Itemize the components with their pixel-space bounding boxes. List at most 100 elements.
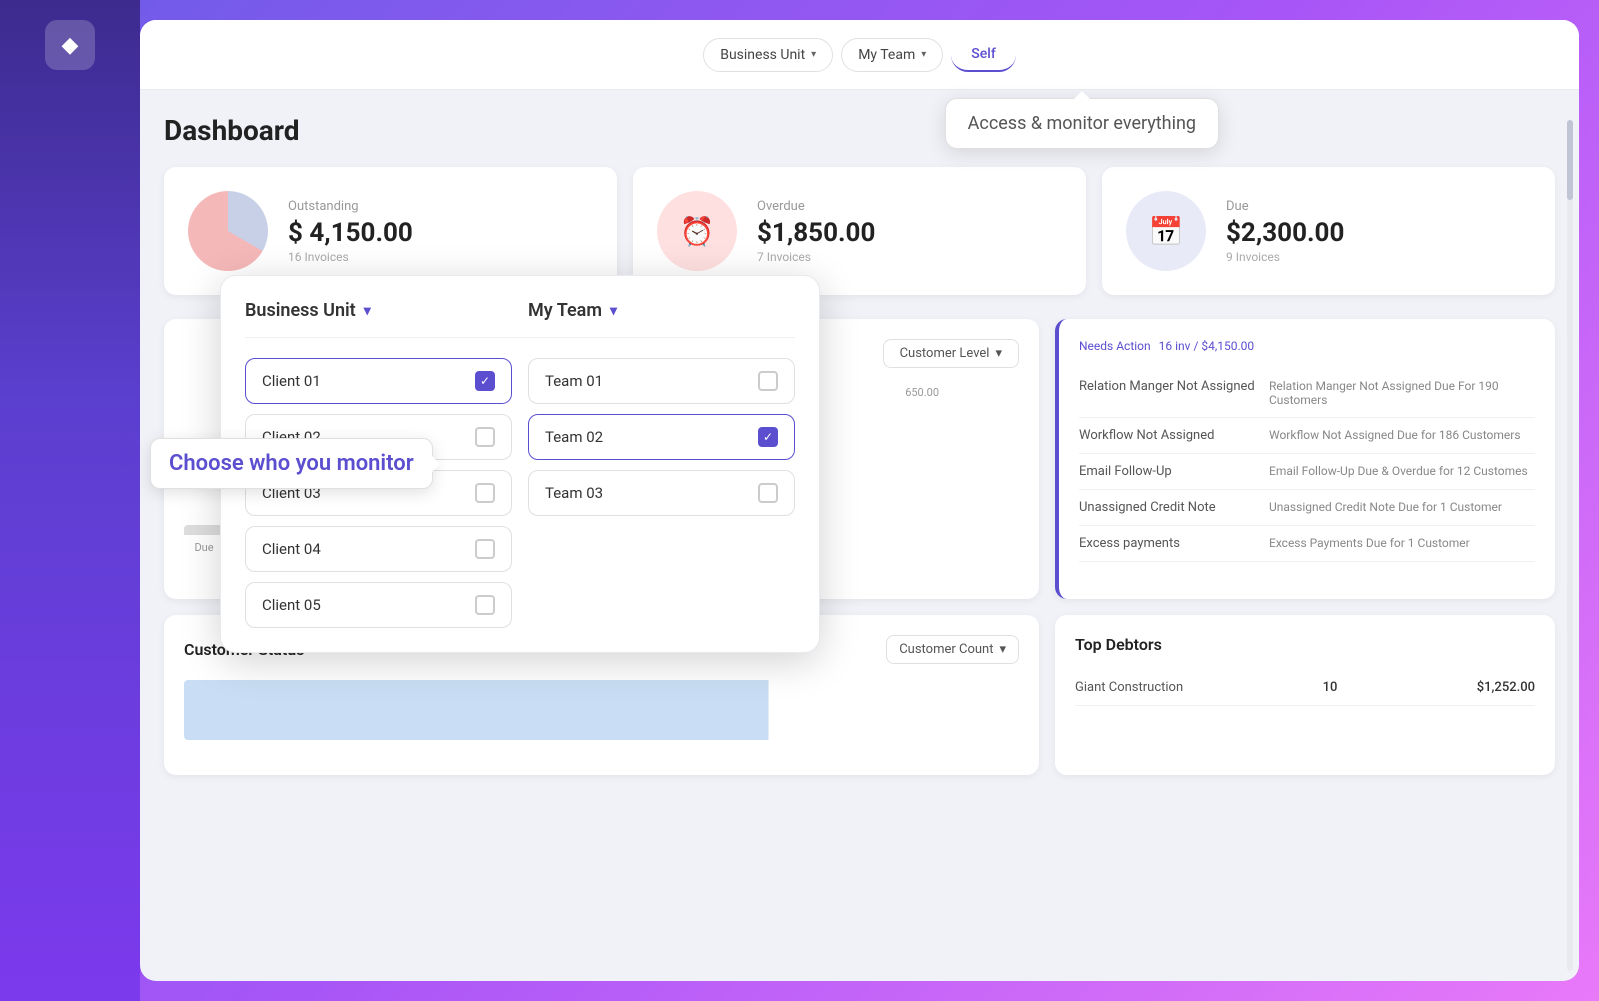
outstanding-pie-chart	[188, 191, 268, 271]
customer-count-dropdown[interactable]: Customer Count ▾	[886, 635, 1019, 664]
overdue-info: Overdue $1,850.00 7 Invoices	[757, 199, 875, 264]
scrollbar-track[interactable]	[1567, 120, 1573, 971]
dropdown-business-unit-header[interactable]: Business Unit ▾	[245, 300, 512, 321]
client-03-checkbox[interactable]	[475, 483, 495, 503]
action-row-2: Email Follow-Up Email Follow-Up Due & Ov…	[1079, 454, 1535, 490]
action-left-2: Email Follow-Up	[1079, 464, 1259, 479]
due-amount: $2,300.00	[1226, 218, 1344, 248]
needs-action-area: Needs Action 16 inv / $4,150.00 Relation…	[1055, 319, 1555, 599]
my-team-chevron-icon: ▾	[921, 49, 926, 60]
action-left-1: Workflow Not Assigned	[1079, 428, 1259, 443]
action-right-2: Email Follow-Up Due & Overdue for 12 Cus…	[1259, 464, 1535, 479]
teams-column: Team 01 Team 02 ✓ Team 03	[528, 358, 795, 628]
scrollbar-thumb	[1567, 120, 1573, 200]
action-right-0: Relation Manger Not Assigned Due For 190…	[1259, 379, 1535, 407]
business-unit-tab[interactable]: Business Unit ▾	[703, 38, 833, 72]
client-04-checkbox[interactable]	[475, 539, 495, 559]
monitor-tooltip-text: Choose who you monitor	[169, 451, 414, 476]
team-03-item[interactable]: Team 03	[528, 470, 795, 516]
main-container: Business Unit ▾ My Team ▾ Self Access & …	[140, 20, 1579, 981]
customer-level-chevron-icon: ▾	[995, 346, 1002, 361]
customer-level-label: Customer Level	[900, 346, 990, 361]
client-04-item[interactable]: Client 04	[245, 526, 512, 572]
team-01-checkbox[interactable]	[758, 371, 778, 391]
my-team-tab[interactable]: My Team ▾	[841, 38, 943, 72]
business-unit-chevron-icon: ▾	[811, 49, 816, 60]
team-02-checkbox[interactable]: ✓	[758, 427, 778, 447]
action-left-0: Relation Manger Not Assigned	[1079, 379, 1259, 407]
customer-count-chevron-icon: ▾	[999, 642, 1006, 657]
due-info: Due $2,300.00 9 Invoices	[1226, 199, 1344, 264]
client-05-checkbox[interactable]	[475, 595, 495, 615]
top-bar-tabs: Business Unit ▾ My Team ▾ Self	[703, 38, 1016, 72]
overdue-invoices: 7 Invoices	[757, 250, 875, 264]
self-tab[interactable]: Self	[951, 38, 1016, 72]
team-02-label: Team 02	[545, 428, 603, 446]
top-bar: Business Unit ▾ My Team ▾ Self	[140, 20, 1579, 90]
access-monitor-text: Access & monitor everything	[968, 113, 1196, 134]
dropdown-header-row: Business Unit ▾ My Team ▾	[245, 300, 795, 338]
dropdown-cols: Client 01 ✓ Client 02 Client 03 Client 0…	[245, 358, 795, 628]
self-label: Self	[971, 46, 996, 62]
action-right-1: Workflow Not Assigned Due for 186 Custom…	[1259, 428, 1535, 443]
due-card: 📅 Due $2,300.00 9 Invoices	[1102, 167, 1555, 295]
dropdown-my-team-header[interactable]: My Team ▾	[528, 300, 795, 321]
client-01-item[interactable]: Client 01 ✓	[245, 358, 512, 404]
dropdown-business-unit-label: Business Unit	[245, 300, 356, 321]
client-04-label: Client 04	[262, 540, 321, 558]
left-sidebar: ◆	[0, 0, 140, 1001]
action-row-4: Excess payments Excess Payments Due for …	[1079, 526, 1535, 562]
overdue-icon: ⏰	[657, 191, 737, 271]
monitor-tooltip: Choose who you monitor	[150, 438, 433, 489]
bar-due: Due	[184, 525, 224, 554]
outstanding-label: Outstanding	[288, 199, 413, 214]
customer-status-bar	[184, 680, 1019, 740]
dropdown-business-unit-chevron-icon: ▾	[364, 303, 371, 319]
team-03-checkbox[interactable]	[758, 483, 778, 503]
overdue-amount: $1,850.00	[757, 218, 875, 248]
team-01-item[interactable]: Team 01	[528, 358, 795, 404]
action-left-3: Unassigned Credit Note	[1079, 500, 1259, 515]
action-row-1: Workflow Not Assigned Workflow Not Assig…	[1079, 418, 1535, 454]
team-01-label: Team 01	[545, 372, 603, 390]
client-05-label: Client 05	[262, 596, 321, 614]
action-row-3: Unassigned Credit Note Unassigned Credit…	[1079, 490, 1535, 526]
team-03-label: Team 03	[545, 484, 603, 502]
dropdown-my-team-label: My Team	[528, 300, 602, 321]
bar-due-label: Due	[194, 541, 213, 554]
top-debtors-title: Top Debtors	[1075, 635, 1162, 654]
client-01-checkbox[interactable]: ✓	[475, 371, 495, 391]
team-02-item[interactable]: Team 02 ✓	[528, 414, 795, 460]
client-01-label: Client 01	[262, 372, 321, 390]
clients-column: Client 01 ✓ Client 02 Client 03 Client 0…	[245, 358, 512, 628]
bar-due-bar	[184, 525, 224, 535]
debtors-count-0: 10	[1323, 680, 1338, 695]
client-05-item[interactable]: Client 05	[245, 582, 512, 628]
access-monitor-tooltip: Access & monitor everything	[945, 98, 1219, 149]
debtors-name-0: Giant Construction	[1075, 680, 1183, 695]
due-icon: 📅	[1126, 191, 1206, 271]
outstanding-amount: $ 4,150.00	[288, 218, 413, 248]
action-right-3: Unassigned Credit Note Due for 1 Custome…	[1259, 500, 1535, 515]
customer-count-label: Customer Count	[899, 642, 993, 657]
due-label: Due	[1226, 199, 1344, 214]
client-02-checkbox[interactable]	[475, 427, 495, 447]
action-right-4: Excess Payments Due for 1 Customer	[1259, 536, 1535, 551]
dashboard-title: Dashboard	[164, 114, 1555, 147]
action-left-4: Excess payments	[1079, 536, 1259, 551]
customer-level-dropdown[interactable]: Customer Level ▾	[883, 339, 1019, 368]
top-debtors-header: Top Debtors	[1075, 635, 1535, 654]
bar-chart-y-label: 650.00	[905, 386, 939, 399]
needs-action-subtitle: 16 inv / $4,150.00	[1159, 339, 1254, 353]
business-unit-label: Business Unit	[720, 47, 805, 63]
top-debtors-card: Top Debtors Giant Construction 10 $1,252…	[1055, 615, 1555, 775]
debtors-row-0: Giant Construction 10 $1,252.00	[1075, 670, 1535, 706]
outstanding-invoices: 16 Invoices	[288, 250, 413, 264]
action-row-0: Relation Manger Not Assigned Relation Ma…	[1079, 369, 1535, 418]
sidebar-logo: ◆	[45, 20, 95, 70]
overdue-label: Overdue	[757, 199, 875, 214]
my-team-label: My Team	[858, 47, 915, 63]
dropdown-my-team-chevron-icon: ▾	[610, 303, 617, 319]
outstanding-info: Outstanding $ 4,150.00 16 Invoices	[288, 199, 413, 264]
debtors-amount-0: $1,252.00	[1477, 680, 1535, 695]
